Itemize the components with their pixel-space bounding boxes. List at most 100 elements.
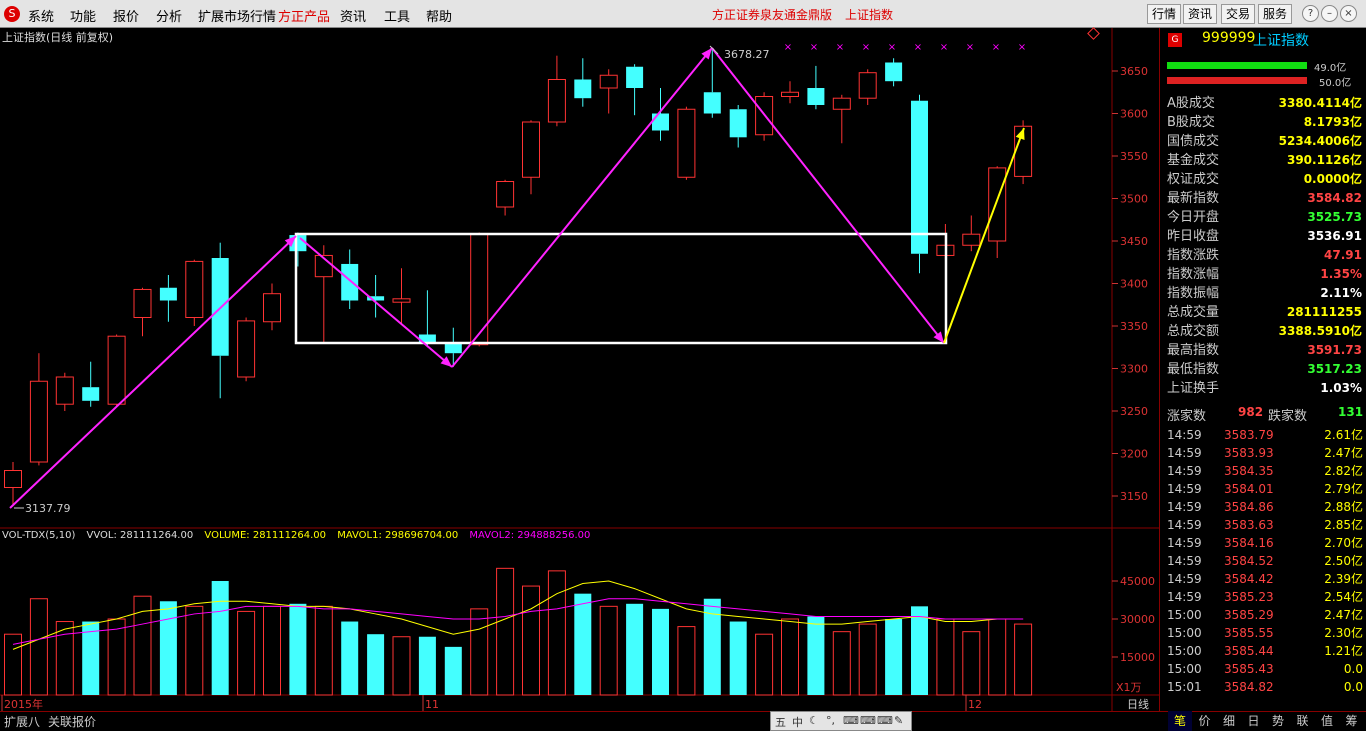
trade-row: 14:59 3584.42 2.39亿 [1167, 570, 1363, 588]
panel-tab-6[interactable]: 值 [1315, 711, 1339, 731]
volume-bar [107, 618, 126, 696]
tab-related-quote[interactable]: 关联报价 [48, 713, 96, 730]
panel-tab-3[interactable]: 日 [1242, 711, 1266, 731]
date-label: 12 [968, 698, 982, 711]
trade-row: 14:59 3583.93 2.47亿 [1167, 444, 1363, 462]
minimize-icon[interactable]: – [1321, 5, 1338, 22]
quote-label-1: B股成交 [1167, 115, 1215, 130]
volume-bar [367, 634, 385, 695]
menu-item-6[interactable]: 资讯 [340, 6, 366, 25]
volume-bar [677, 626, 696, 696]
menu-item-3[interactable]: 分析 [156, 6, 182, 25]
price-tick-label: 3300 [1120, 363, 1148, 376]
trade-v: 2.88亿 [1324, 500, 1363, 514]
trade-t: 14:59 [1167, 536, 1202, 550]
vol-tick-label: 15000 [1120, 651, 1155, 664]
buy-amount: 49.0亿 [1314, 63, 1347, 74]
menu-item-2[interactable]: 报价 [113, 6, 139, 25]
candle-body [911, 100, 928, 254]
down-count: 131 [1338, 405, 1364, 419]
menu-item-7[interactable]: 工具 [384, 6, 410, 25]
quote-label-11: 总成交量 [1167, 305, 1220, 320]
volume-bar [392, 636, 411, 696]
panel-tab-5[interactable]: 联 [1291, 711, 1315, 731]
tool-icon-0[interactable]: 五 [775, 714, 786, 730]
trade-row: 14:59 3583.79 2.61亿 [1167, 426, 1363, 444]
tool-icon-4[interactable]: ⌨ [843, 714, 859, 727]
tool-icon-5[interactable]: ⌨ [860, 714, 876, 727]
period-label[interactable]: 日线 [1127, 696, 1149, 712]
close-icon[interactable]: × [1340, 5, 1357, 22]
trade-row: 14:59 3584.16 2.70亿 [1167, 534, 1363, 552]
trade-t: 15:00 [1167, 608, 1202, 622]
quote-value-8: 47.91 [1324, 248, 1362, 262]
stock-flag-icon: G [1168, 33, 1182, 47]
volume-bar [470, 608, 489, 696]
menu-item-8[interactable]: 帮助 [426, 6, 452, 25]
marker-x: × [810, 42, 818, 53]
tool-icon-7[interactable]: ✎ [894, 714, 903, 727]
trade-p: 3585.55 [1224, 626, 1274, 640]
help-icon[interactable]: ? [1302, 5, 1319, 22]
volume-bar [522, 585, 540, 696]
quote-value-9: 1.35% [1320, 267, 1362, 281]
quote-label-14: 最低指数 [1167, 362, 1220, 377]
price-tick-label: 3650 [1120, 65, 1148, 78]
menu-item-4[interactable]: 扩展市场行情 [198, 6, 276, 25]
price-tick-label: 3150 [1120, 490, 1148, 503]
top-button-3[interactable]: 服务 [1258, 4, 1293, 24]
top-button-0[interactable]: 行情 [1147, 4, 1182, 24]
top-button-2[interactable]: 交易 [1221, 4, 1256, 24]
menu-item-5[interactable]: 方正产品 [278, 6, 330, 25]
volume-bar [729, 621, 747, 695]
trade-v: 2.79亿 [1324, 482, 1363, 496]
kline-chart[interactable]: 3650 3600 3550 3500 3450 3400 3350 3300 3250 3200… [0, 28, 1160, 711]
quote-value-12: 3388.5910亿 [1278, 324, 1362, 338]
menu-item-1[interactable]: 功能 [70, 6, 96, 25]
date-label: 2015年 [4, 697, 43, 711]
trade-v: 2.47亿 [1324, 446, 1363, 460]
trade-v: 2.70亿 [1324, 536, 1363, 550]
trade-p: 3585.29 [1224, 608, 1274, 622]
trade-p: 3584.01 [1224, 482, 1274, 496]
high-label: 3678.27 [724, 48, 770, 61]
panel-tab-0[interactable]: 笔 [1168, 711, 1192, 731]
top-button-1[interactable]: 资讯 [1183, 4, 1218, 24]
panel-tab-4[interactable]: 势 [1266, 711, 1290, 731]
marker-x: × [784, 42, 792, 53]
trade-p: 3583.63 [1224, 518, 1274, 532]
trade-t: 14:59 [1167, 572, 1202, 586]
marker-x: × [940, 42, 948, 53]
chart-title: 上证指数(日线 前复权) [2, 31, 114, 44]
panel-tab-1[interactable]: 价 [1193, 711, 1217, 731]
candle-body [263, 293, 281, 323]
tab-ext8[interactable]: 扩展八 [4, 713, 40, 730]
trade-t: 15:01 [1167, 680, 1202, 694]
volume-bar [341, 621, 359, 695]
volume-bar [418, 636, 436, 695]
candle-body [159, 287, 177, 301]
panel-tab-7[interactable]: 筹 [1340, 711, 1364, 731]
trade-v: 2.61亿 [1324, 428, 1363, 442]
volume-bar [652, 608, 669, 695]
marker-x: × [966, 42, 974, 53]
price-tick-label: 3600 [1120, 108, 1148, 121]
trade-t: 14:59 [1167, 518, 1202, 532]
volume-bar [988, 618, 1007, 696]
menu-item-0[interactable]: 系统 [28, 6, 54, 25]
tool-icon-6[interactable]: ⌨ [877, 714, 893, 727]
tool-icon-1[interactable]: 中 [792, 714, 803, 730]
trend-arrow-4 [711, 47, 945, 344]
low-label: 3137.79 [25, 502, 71, 515]
panel-tab-2[interactable]: 细 [1217, 711, 1241, 731]
tool-icon-2[interactable]: ☾ [809, 714, 819, 727]
volume-bar [185, 605, 204, 696]
candle-body [781, 91, 799, 97]
tool-icon-3[interactable]: °, [826, 714, 835, 727]
trade-row: 15:01 3584.82 0.0 [1167, 678, 1363, 696]
toolbar-tools: 五中 ☾ °, ⌨ ⌨ ⌨ ✎ [770, 711, 912, 731]
trade-p: 3585.23 [1224, 590, 1274, 604]
stock-name[interactable]: 上证指数 [1253, 30, 1309, 50]
trade-row: 14:59 3583.63 2.85亿 [1167, 516, 1363, 534]
candle-body [4, 470, 22, 488]
